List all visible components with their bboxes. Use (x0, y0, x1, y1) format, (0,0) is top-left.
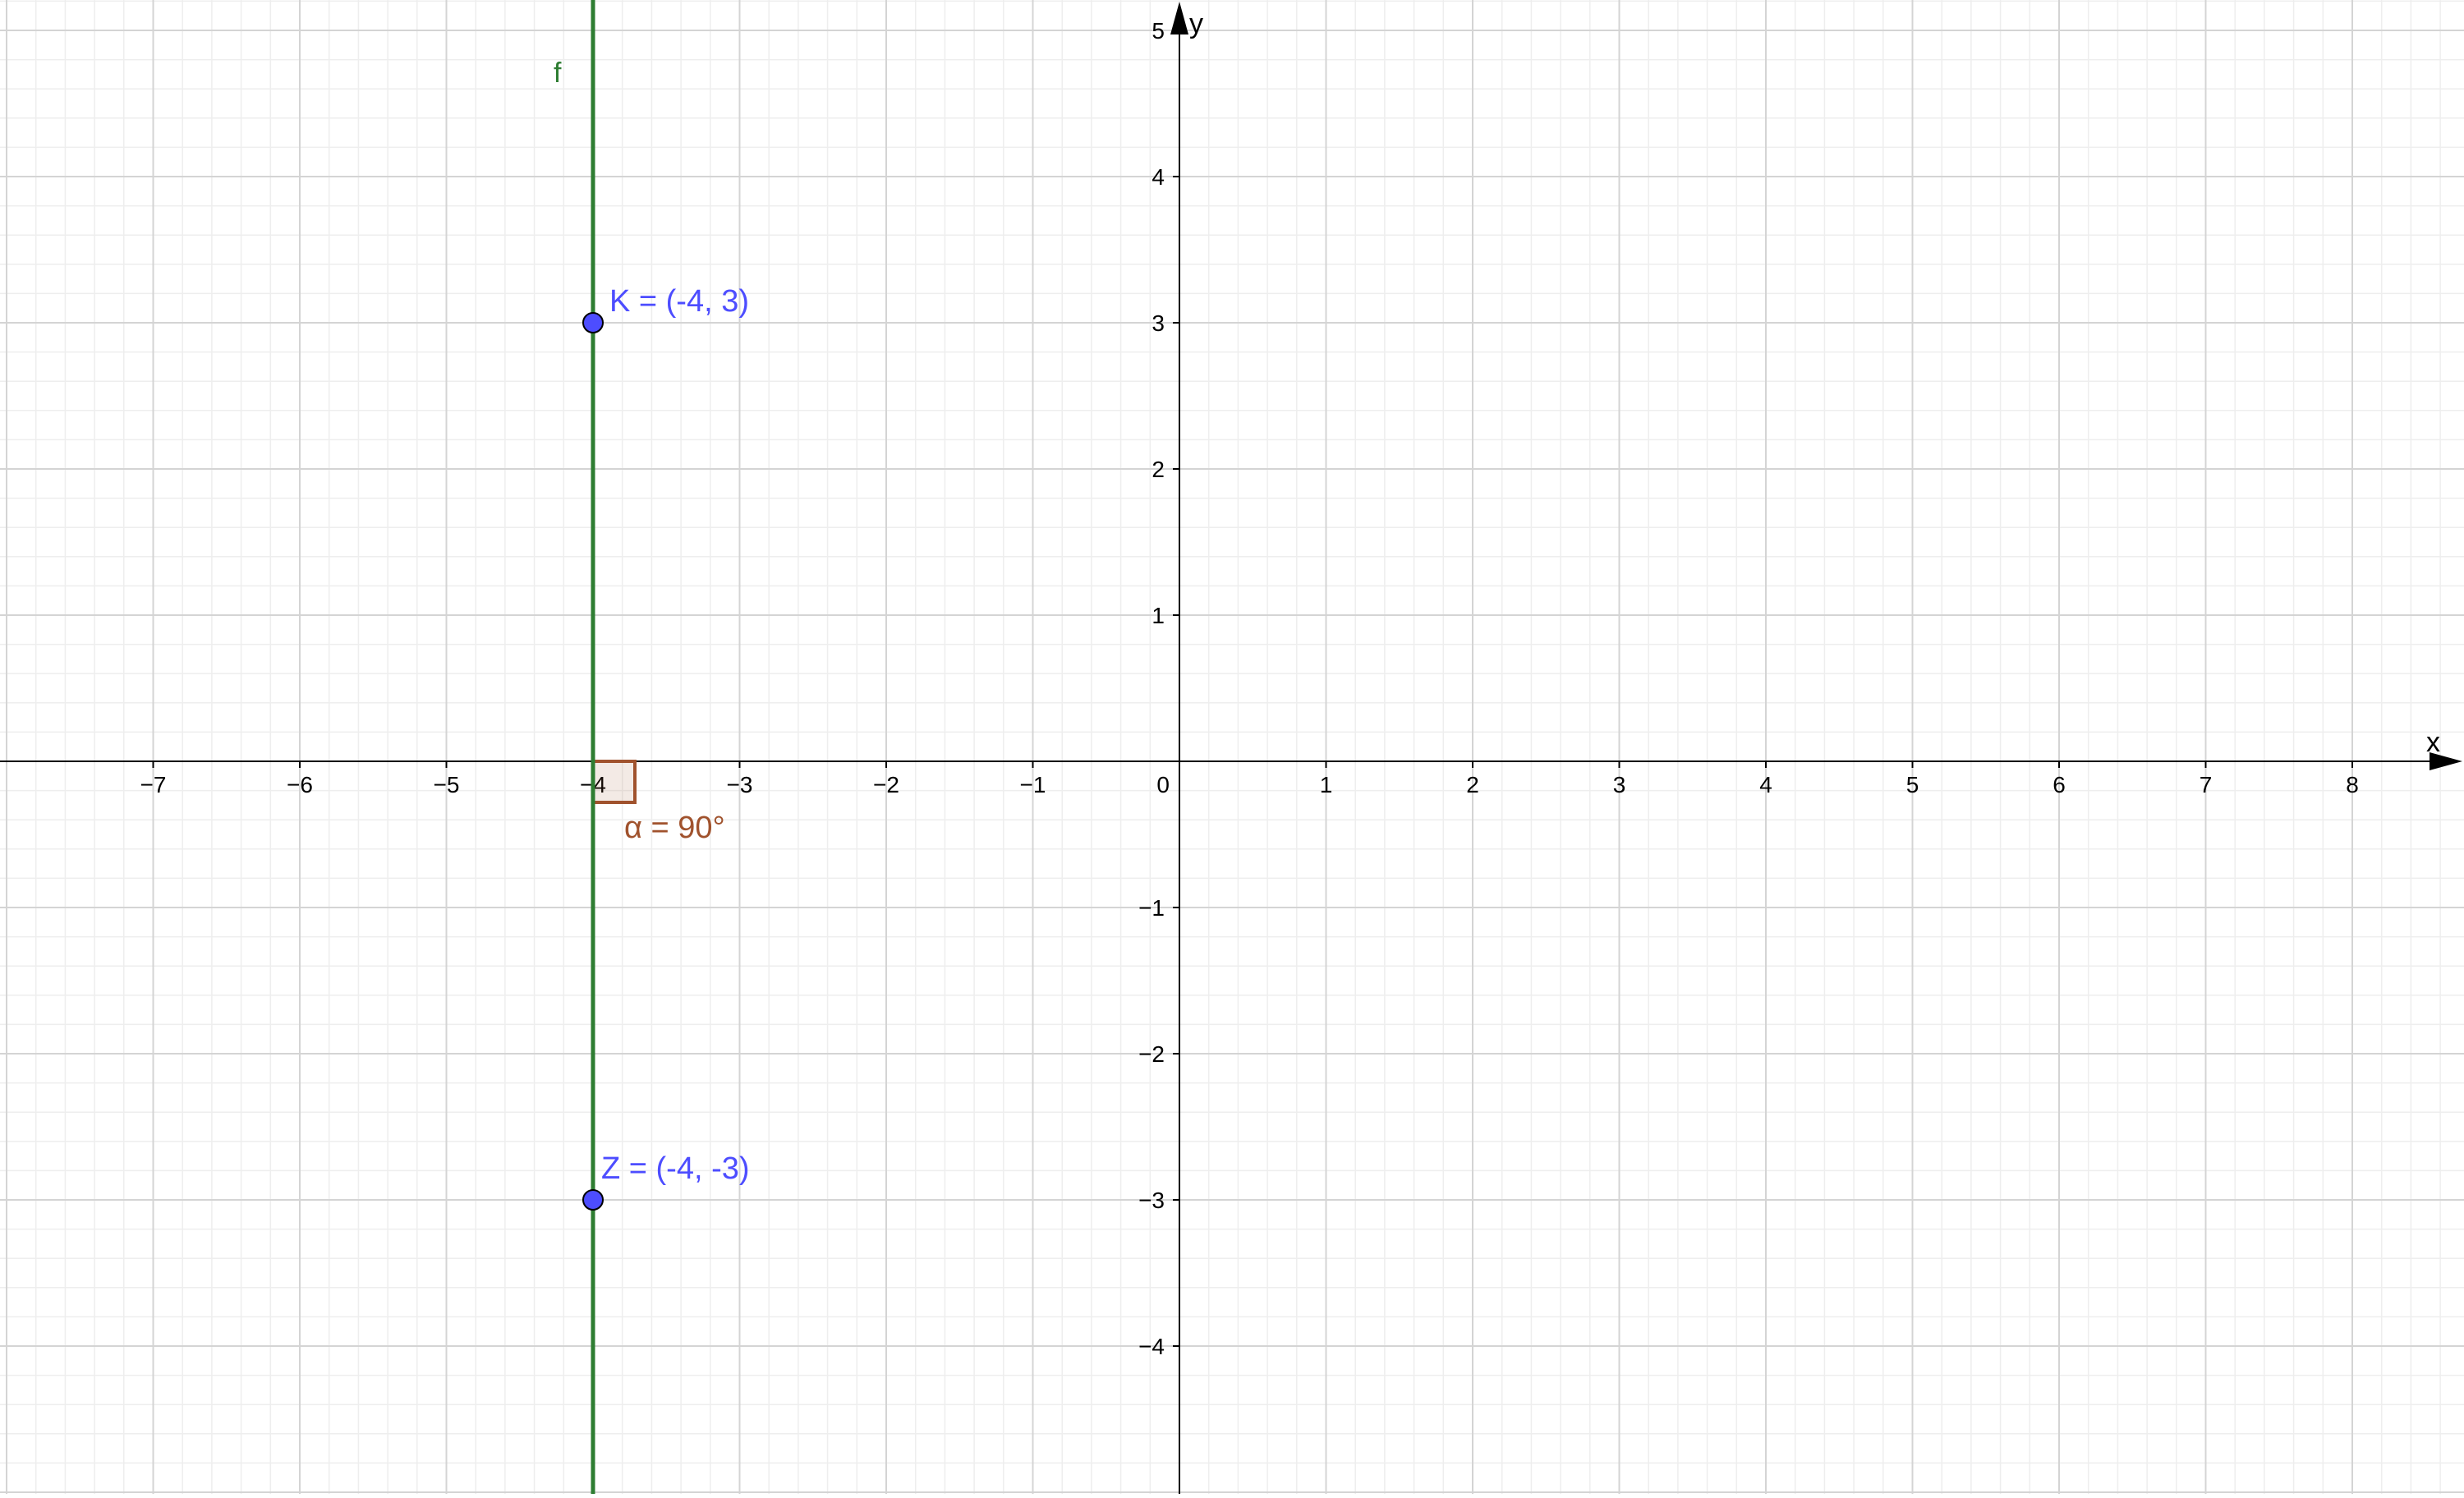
point-K[interactable]: K = (-4, 3) (582, 284, 749, 333)
x-tick-label: −1 (1020, 772, 1046, 797)
x-tick-label: 5 (1906, 772, 1919, 797)
y-tick-label: −1 (1138, 895, 1165, 921)
right-angle-marker[interactable] (591, 760, 637, 804)
x-tick-label: 2 (1466, 772, 1479, 797)
y-tick-label: 2 (1152, 457, 1165, 482)
y-tick-label: 3 (1152, 310, 1165, 336)
x-tick-label: 3 (1613, 772, 1626, 797)
x-tick-label: 6 (2053, 772, 2066, 797)
graphics-view[interactable]: x y 0 −7 −6 −5 −4 −3 −2 −1 1 2 3 4 5 6 7 8 5 4 3 2 1 −1 −2 −3… (0, 0, 2464, 1494)
y-axis-label: y (1189, 8, 1203, 39)
x-axis-label: x (2426, 727, 2440, 758)
major-grid (0, 0, 2464, 1494)
y-tick-label: 5 (1152, 18, 1165, 44)
y-tick-label: −4 (1138, 1334, 1165, 1359)
y-tick-label: −3 (1138, 1188, 1165, 1213)
minor-grid (0, 0, 2464, 1494)
x-tick-label: 8 (2346, 772, 2359, 797)
x-tick-label: 1 (1320, 772, 1333, 797)
origin-label: 0 (1156, 772, 1170, 797)
x-tick-label: −3 (727, 772, 753, 797)
x-tick-label: −2 (873, 772, 899, 797)
x-tick-label: 4 (1759, 772, 1772, 797)
point-K-marker[interactable] (582, 312, 604, 333)
x-tick-label: −5 (434, 772, 460, 797)
y-tick-label: 4 (1152, 164, 1165, 190)
point-K-label[interactable]: K = (-4, 3) (609, 284, 749, 319)
point-Z[interactable]: Z = (-4, -3) (582, 1151, 750, 1211)
x-tick-label: 7 (2200, 772, 2213, 797)
point-Z-label[interactable]: Z = (-4, -3) (601, 1151, 750, 1186)
angle-alpha-label[interactable]: α = 90° (624, 811, 725, 845)
x-tick-labels: −7−6−5−4−3−2−112345678 (140, 761, 2359, 797)
y-tick-label: −2 (1138, 1041, 1165, 1067)
x-tick-label: −6 (287, 772, 313, 797)
coordinate-plane[interactable]: x y 0 −7 −6 −5 −4 −3 −2 −1 1 2 3 4 5 6 7 8 5 4 3 2 1 −1 −2 −3… (0, 0, 2464, 1494)
point-Z-marker[interactable] (582, 1189, 604, 1211)
line-f-label[interactable]: f (554, 57, 562, 89)
axes: x y 0 (0, 2, 2462, 1494)
y-tick-label: 1 (1152, 603, 1165, 628)
line-f[interactable]: f (554, 0, 595, 1494)
x-tick-label: −7 (140, 772, 167, 797)
angle-alpha[interactable]: α = 90° (591, 760, 725, 845)
y-tick-labels: 5 4 3 2 1 −1 −2 −3 −4 (1138, 18, 1179, 1359)
